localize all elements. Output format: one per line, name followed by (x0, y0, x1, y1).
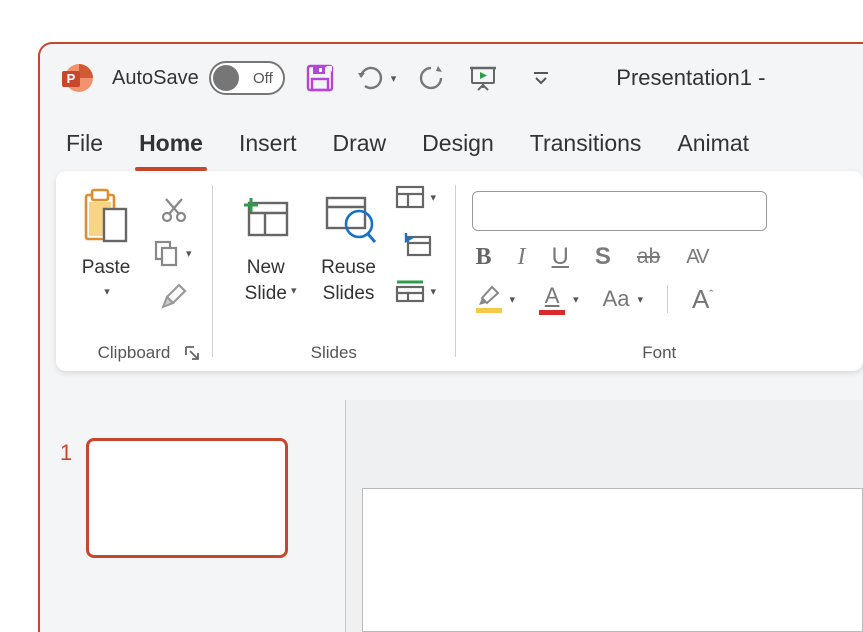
section-icon (395, 279, 425, 303)
document-title: Presentation1 - (616, 65, 765, 91)
separator (667, 285, 668, 313)
present-button[interactable] (466, 61, 500, 95)
highlight-icon (477, 285, 501, 307)
chevron-down-icon: ▾ (186, 247, 192, 260)
autosave-toggle-group[interactable]: AutoSave Off (112, 61, 285, 95)
cut-button[interactable] (152, 189, 196, 231)
scissors-icon (160, 196, 188, 224)
thumbnail-row[interactable]: 1 (60, 438, 325, 558)
clipboard-launcher[interactable] (184, 345, 204, 365)
ribbon-group-slides: New Slide ▾ Reuse Slides (213, 171, 455, 371)
chevron-down-icon: ▾ (291, 284, 297, 297)
text-shadow-button[interactable]: S (595, 243, 611, 271)
undo-split-button[interactable]: ▾ (355, 64, 397, 92)
grow-font-button[interactable]: Aˆ (692, 284, 713, 315)
redo-button[interactable] (414, 61, 448, 95)
underline-button[interactable]: U (552, 243, 569, 271)
highlight-color-button[interactable]: ▾ (476, 285, 516, 313)
new-slide-label: New Slide (245, 255, 287, 306)
layout-button[interactable]: ▾ (395, 185, 439, 209)
slide-number: 1 (60, 440, 72, 466)
save-button[interactable] (303, 61, 337, 95)
reuse-slides-icon (321, 187, 377, 249)
reset-icon (402, 231, 432, 257)
chevron-down-icon: ▾ (510, 293, 516, 306)
chevron-down-icon: ▾ (573, 293, 579, 306)
highlight-color-bar (476, 308, 502, 313)
font-color-button[interactable]: A ▾ (539, 283, 579, 315)
ribbon-group-font: B I U S ab AV (456, 171, 863, 371)
paste-label: Paste (82, 255, 131, 281)
tab-animations[interactable]: Animat (673, 120, 753, 171)
autosave-toggle[interactable]: Off (209, 61, 285, 95)
ribbon-group-clipboard: Paste ▾ (56, 171, 212, 371)
font-group-label: Font (472, 337, 847, 365)
present-icon (468, 63, 498, 93)
reset-button[interactable] (395, 223, 439, 265)
slide-editor-area[interactable] (346, 400, 863, 632)
tab-home[interactable]: Home (135, 120, 207, 171)
chevron-down-icon: ▾ (431, 191, 437, 204)
tab-insert[interactable]: Insert (235, 120, 301, 171)
chevron-down-icon: ▾ (391, 72, 397, 85)
slide-canvas[interactable] (362, 488, 863, 632)
tab-design[interactable]: Design (418, 120, 498, 171)
reuse-slides-label: Reuse Slides (321, 255, 376, 306)
paste-icon (78, 187, 134, 249)
powerpoint-app-icon: P (60, 61, 94, 95)
toggle-knob (213, 65, 239, 91)
launcher-icon (184, 345, 200, 361)
font-color-glyph: A (545, 283, 560, 309)
ribbon: Paste ▾ (56, 171, 863, 371)
change-case-label: Aa (603, 286, 630, 312)
italic-button[interactable]: I (518, 244, 526, 271)
tab-draw[interactable]: Draw (329, 120, 391, 171)
slide-thumbnail-1[interactable] (86, 438, 288, 558)
copy-icon (152, 239, 180, 267)
slides-group-label: Slides (229, 337, 439, 365)
tab-file[interactable]: File (62, 120, 107, 171)
reuse-slides-button[interactable]: Reuse Slides (315, 183, 383, 306)
character-spacing-button[interactable]: AV (686, 246, 707, 269)
ribbon-tabs: File Home Insert Draw Design Transitions… (40, 112, 863, 171)
chevron-down-icon: ▾ (431, 285, 437, 298)
tab-transitions[interactable]: Transitions (526, 120, 646, 171)
customize-qat-button[interactable] (524, 61, 558, 95)
chevron-down-icon: ▾ (638, 293, 644, 306)
new-slide-button[interactable]: New Slide ▾ (229, 183, 303, 297)
spacing-label: AV (686, 246, 707, 268)
font-family-select[interactable] (472, 191, 767, 231)
new-slide-icon (238, 187, 294, 249)
paste-button[interactable]: Paste ▾ (72, 183, 140, 298)
grow-font-label: A (692, 284, 709, 314)
clipboard-group-label: Clipboard (72, 337, 196, 365)
section-button[interactable]: ▾ (395, 279, 439, 303)
chevron-down-icon (532, 69, 550, 87)
slide-thumbnail-pane[interactable]: 1 (40, 400, 346, 632)
titlebar: P AutoSave Off ▾ (40, 44, 863, 112)
paintbrush-icon (159, 281, 189, 311)
autosave-label: AutoSave (112, 67, 199, 90)
autosave-state: Off (253, 70, 273, 87)
svg-text:P: P (67, 71, 76, 86)
copy-button[interactable]: ▾ (152, 239, 196, 267)
bold-button[interactable]: B (476, 244, 492, 271)
strikethrough-button[interactable]: ab (637, 245, 660, 269)
change-case-button[interactable]: Aa ▾ (603, 286, 643, 312)
app-window: P AutoSave Off ▾ (38, 42, 863, 632)
chevron-down-icon: ▾ (104, 285, 110, 298)
undo-icon (355, 64, 383, 92)
font-color-bar (539, 310, 565, 315)
redo-icon (417, 64, 445, 92)
workspace: 1 (40, 400, 863, 632)
format-painter-button[interactable] (152, 275, 196, 317)
layout-icon (395, 185, 425, 209)
